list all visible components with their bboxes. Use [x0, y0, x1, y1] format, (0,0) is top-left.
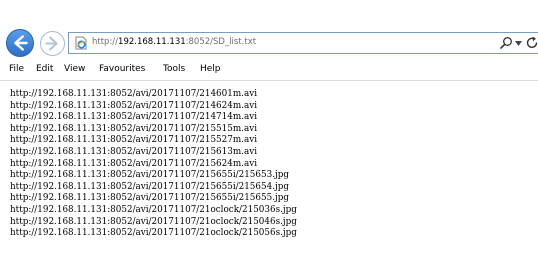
- back-arrow-icon: [14, 35, 28, 51]
- url-scheme: http://: [92, 37, 119, 47]
- menu-edit[interactable]: Edit: [36, 64, 53, 74]
- navigation-bar: http://192.168.11.131:8052/SD_list.txt: [0, 26, 538, 61]
- browser-window: http://192.168.11.131:8052/SD_list.txt F…: [0, 0, 538, 279]
- list-item: http://192.168.11.131:8052/avi/20171107/…: [10, 146, 258, 157]
- menu-help[interactable]: Help: [200, 64, 221, 74]
- list-item: http://192.168.11.131:8052/avi/20171107/…: [10, 89, 258, 99]
- menu-tools[interactable]: Tools: [163, 64, 185, 74]
- url-host: 192.168.11.131: [118, 37, 186, 47]
- menu-bar: File Edit View Favourites Tools Help: [0, 61, 538, 81]
- back-button[interactable]: [6, 29, 34, 57]
- forward-button[interactable]: [40, 31, 65, 56]
- list-item: http://192.168.11.131:8052/avi/20171107/…: [10, 100, 258, 111]
- list-item: http://192.168.11.131:8052/avi/20171107/…: [10, 216, 297, 227]
- url-path: :8052/SD_list.txt: [185, 37, 257, 47]
- list-item: http://192.168.11.131:8052/avi/20171107/…: [10, 228, 297, 239]
- list-item: http://192.168.11.131:8052/avi/20171107/…: [10, 204, 297, 215]
- address-bar[interactable]: http://192.168.11.131:8052/SD_list.txt: [68, 32, 538, 54]
- list-item: http://192.168.11.131:8052/avi/20171107/…: [10, 170, 289, 181]
- ie-page-icon: [75, 36, 87, 50]
- page-content: http://192.168.11.131:8052/avi/20171107/…: [0, 81, 538, 279]
- list-item: http://192.168.11.131:8052/avi/20171107/…: [10, 193, 289, 204]
- menu-view[interactable]: View: [64, 64, 85, 74]
- title-bar: [0, 0, 538, 27]
- list-item: http://192.168.11.131:8052/avi/20171107/…: [10, 135, 258, 146]
- forward-arrow-icon: [45, 36, 58, 51]
- menu-file[interactable]: File: [9, 64, 24, 74]
- menu-favourites[interactable]: Favourites: [99, 64, 145, 74]
- list-item: http://192.168.11.131:8052/avi/20171107/…: [10, 123, 258, 134]
- chevron-down-icon[interactable]: [515, 41, 522, 46]
- search-icon[interactable]: [499, 36, 513, 50]
- refresh-icon[interactable]: [526, 36, 538, 50]
- list-item: http://192.168.11.131:8052/avi/20171107/…: [10, 112, 258, 123]
- list-item: http://192.168.11.131:8052/avi/20171107/…: [10, 181, 289, 192]
- list-item: http://192.168.11.131:8052/avi/20171107/…: [10, 158, 258, 169]
- url-text: http://192.168.11.131:8052/SD_list.txt: [92, 37, 256, 47]
- file-list: http://192.168.11.131:8052/avi/20171107/…: [10, 89, 297, 240]
